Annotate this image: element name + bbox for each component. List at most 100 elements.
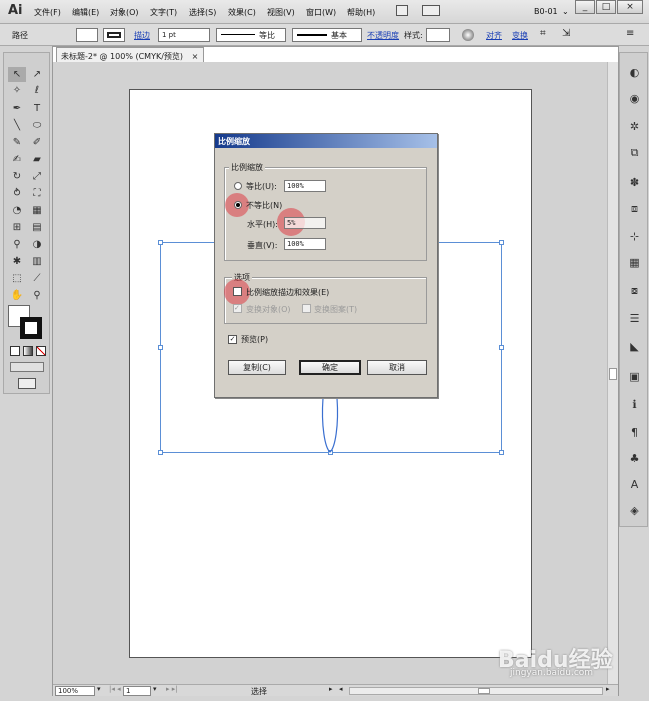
free-transform-tool-icon[interactable]: ⛶ [28,186,46,201]
menu-object[interactable]: 对象(O) [110,7,139,18]
close-tab-icon[interactable]: × [192,52,199,61]
none-mode-icon[interactable] [36,346,46,356]
selection-tool-icon[interactable]: ↖ [8,67,26,82]
direct-selection-tool-icon[interactable]: ↗ [28,67,46,82]
swatches-panel-icon[interactable]: ✲ [625,119,644,135]
maximize-button[interactable]: □ [596,0,616,14]
shape-builder-tool-icon[interactable]: ◔ [8,203,26,218]
paintbrush-tool-icon[interactable]: ✎ [8,135,26,150]
warp-tool-icon[interactable]: ⥁ [8,186,26,201]
symbol-sprayer-tool-icon[interactable]: ✱ [8,254,26,269]
menu-file[interactable]: 文件(F) [34,7,61,18]
paragraph-panel-icon[interactable]: ¶ [625,425,644,441]
horizontal-field[interactable]: 5% [284,217,326,229]
scale-strokes-checkbox[interactable] [233,287,242,296]
vertical-field[interactable]: 100% [284,238,326,250]
last-artboard-icon[interactable]: ▸ ▸| [166,685,178,693]
isolate-icon[interactable]: ⌗ [540,28,546,39]
variable-width-profile[interactable]: 等比 [216,28,286,42]
magic-wand-tool-icon[interactable]: ✧ [8,83,26,98]
minimize-button[interactable]: _ [575,0,595,14]
layers-panel-icon[interactable]: ◈ [625,503,644,519]
color-panel-icon[interactable]: ◐ [625,65,644,81]
drawing-modes-icon[interactable] [10,362,44,372]
artboard-dropdown-icon[interactable]: ▾ [153,685,157,693]
zoom-dropdown-icon[interactable]: ▾ [97,685,101,693]
stroke-link[interactable]: 描边 [134,30,150,41]
opacity-link[interactable]: 不透明度 [367,30,399,41]
handle-middle-left[interactable] [158,345,163,350]
h-scroll-thumb[interactable] [478,688,490,694]
cancel-button[interactable]: 取消 [367,360,427,375]
menu-help[interactable]: 帮助(H) [347,7,375,18]
brushes-panel-icon[interactable]: ⧉ [625,145,644,161]
transform-panel-icon[interactable]: ⊹ [625,229,644,245]
type-tool-icon[interactable]: T [28,101,46,116]
scale-tool-icon[interactable]: ⤢ [28,169,46,184]
menu-type[interactable]: 文字(T) [150,7,177,18]
stroke-swatch[interactable] [103,28,125,42]
zoom-field[interactable]: 100% [55,686,95,696]
transform-link[interactable]: 变换 [512,30,528,41]
stroke-panel-icon[interactable]: ☰ [625,311,644,327]
menu-view[interactable]: 视图(V) [267,7,295,18]
pencil-tool-icon[interactable]: ✐ [28,135,46,150]
nonuniform-radio[interactable] [234,201,242,209]
menu-edit[interactable]: 编辑(E) [72,7,99,18]
stroke-weight-field[interactable]: 1 pt [158,28,210,42]
ok-button[interactable]: 确定 [299,360,361,375]
handle-bottom-left[interactable] [158,450,163,455]
preview-checkbox[interactable]: ✓ [228,335,237,344]
screen-mode-icon[interactable] [18,378,36,389]
color-mode-icon[interactable] [10,346,20,356]
slice-tool-icon[interactable]: ⟋ [28,271,46,286]
menu-window[interactable]: 窗口(W) [306,7,336,18]
pen-tool-icon[interactable]: ✒ [8,101,26,116]
uniform-radio[interactable] [234,182,242,190]
eyedropper-tool-icon[interactable]: ⚲ [8,237,26,252]
gradient-panel-icon[interactable]: ◣ [625,339,644,355]
gradient-tool-icon[interactable]: ▤ [28,220,46,235]
line-tool-icon[interactable]: ╲ [8,118,26,133]
appearance-panel-icon[interactable]: ▣ [625,369,644,385]
fill-swatch[interactable] [76,28,98,42]
handle-bottom-right[interactable] [499,450,504,455]
club-icon[interactable]: ♣ [625,451,644,467]
bridge-icon[interactable] [396,5,408,16]
graphic-styles-icon[interactable]: ⧈ [625,201,644,217]
color-guide-icon[interactable]: ◉ [625,91,644,107]
artboard-number-field[interactable]: 1 [123,686,151,696]
artboard-tool-icon[interactable]: ⬚ [8,271,26,286]
uniform-field[interactable]: 100% [284,180,326,192]
hand-tool-icon[interactable]: ✋ [8,288,26,303]
character-panel-icon[interactable]: A [625,477,644,493]
perspective-grid-tool-icon[interactable]: ▦ [28,203,46,218]
mesh-tool-icon[interactable]: ⊞ [8,220,26,235]
workspace-switcher[interactable]: B0-01 [534,7,558,16]
column-graph-tool-icon[interactable]: ▥ [28,254,46,269]
menu-select[interactable]: 选择(S) [189,7,216,18]
menu-effect[interactable]: 效果(C) [228,7,256,18]
scroll-left-icon[interactable]: ◂ [339,685,343,693]
recolor-artwork-icon[interactable] [462,29,474,41]
first-artboard-icon[interactable]: |◂ ◂ [109,685,121,693]
symbols-panel-icon[interactable]: ✽ [625,175,644,191]
handle-top-right[interactable] [499,240,504,245]
blob-brush-tool-icon[interactable]: ✍ [8,152,26,167]
close-button[interactable]: × [617,0,643,14]
gradient-mode-icon[interactable] [23,346,33,356]
rotate-tool-icon[interactable]: ↻ [8,169,26,184]
scroll-right-icon[interactable]: ▸ [606,685,610,693]
pathfinder-panel-icon[interactable]: ⧇ [625,283,644,299]
brush-definition[interactable]: 基本 [292,28,362,42]
horizontal-scrollbar[interactable] [349,687,603,695]
zoom-tool-icon[interactable]: ⚲ [28,288,46,303]
document-tab[interactable]: 未标题-2* @ 100% (CMYK/预览) × [56,47,204,62]
arrange-icon[interactable]: ⇲ [562,28,570,39]
copy-button[interactable]: 复制(C) [228,360,286,375]
chevron-down-icon[interactable]: ⌄ [562,7,569,16]
vertical-scrollbar[interactable] [607,62,618,684]
status-menu-icon[interactable]: ▸ [329,685,333,693]
handle-top-left[interactable] [158,240,163,245]
arrange-documents-icon[interactable] [422,5,440,16]
